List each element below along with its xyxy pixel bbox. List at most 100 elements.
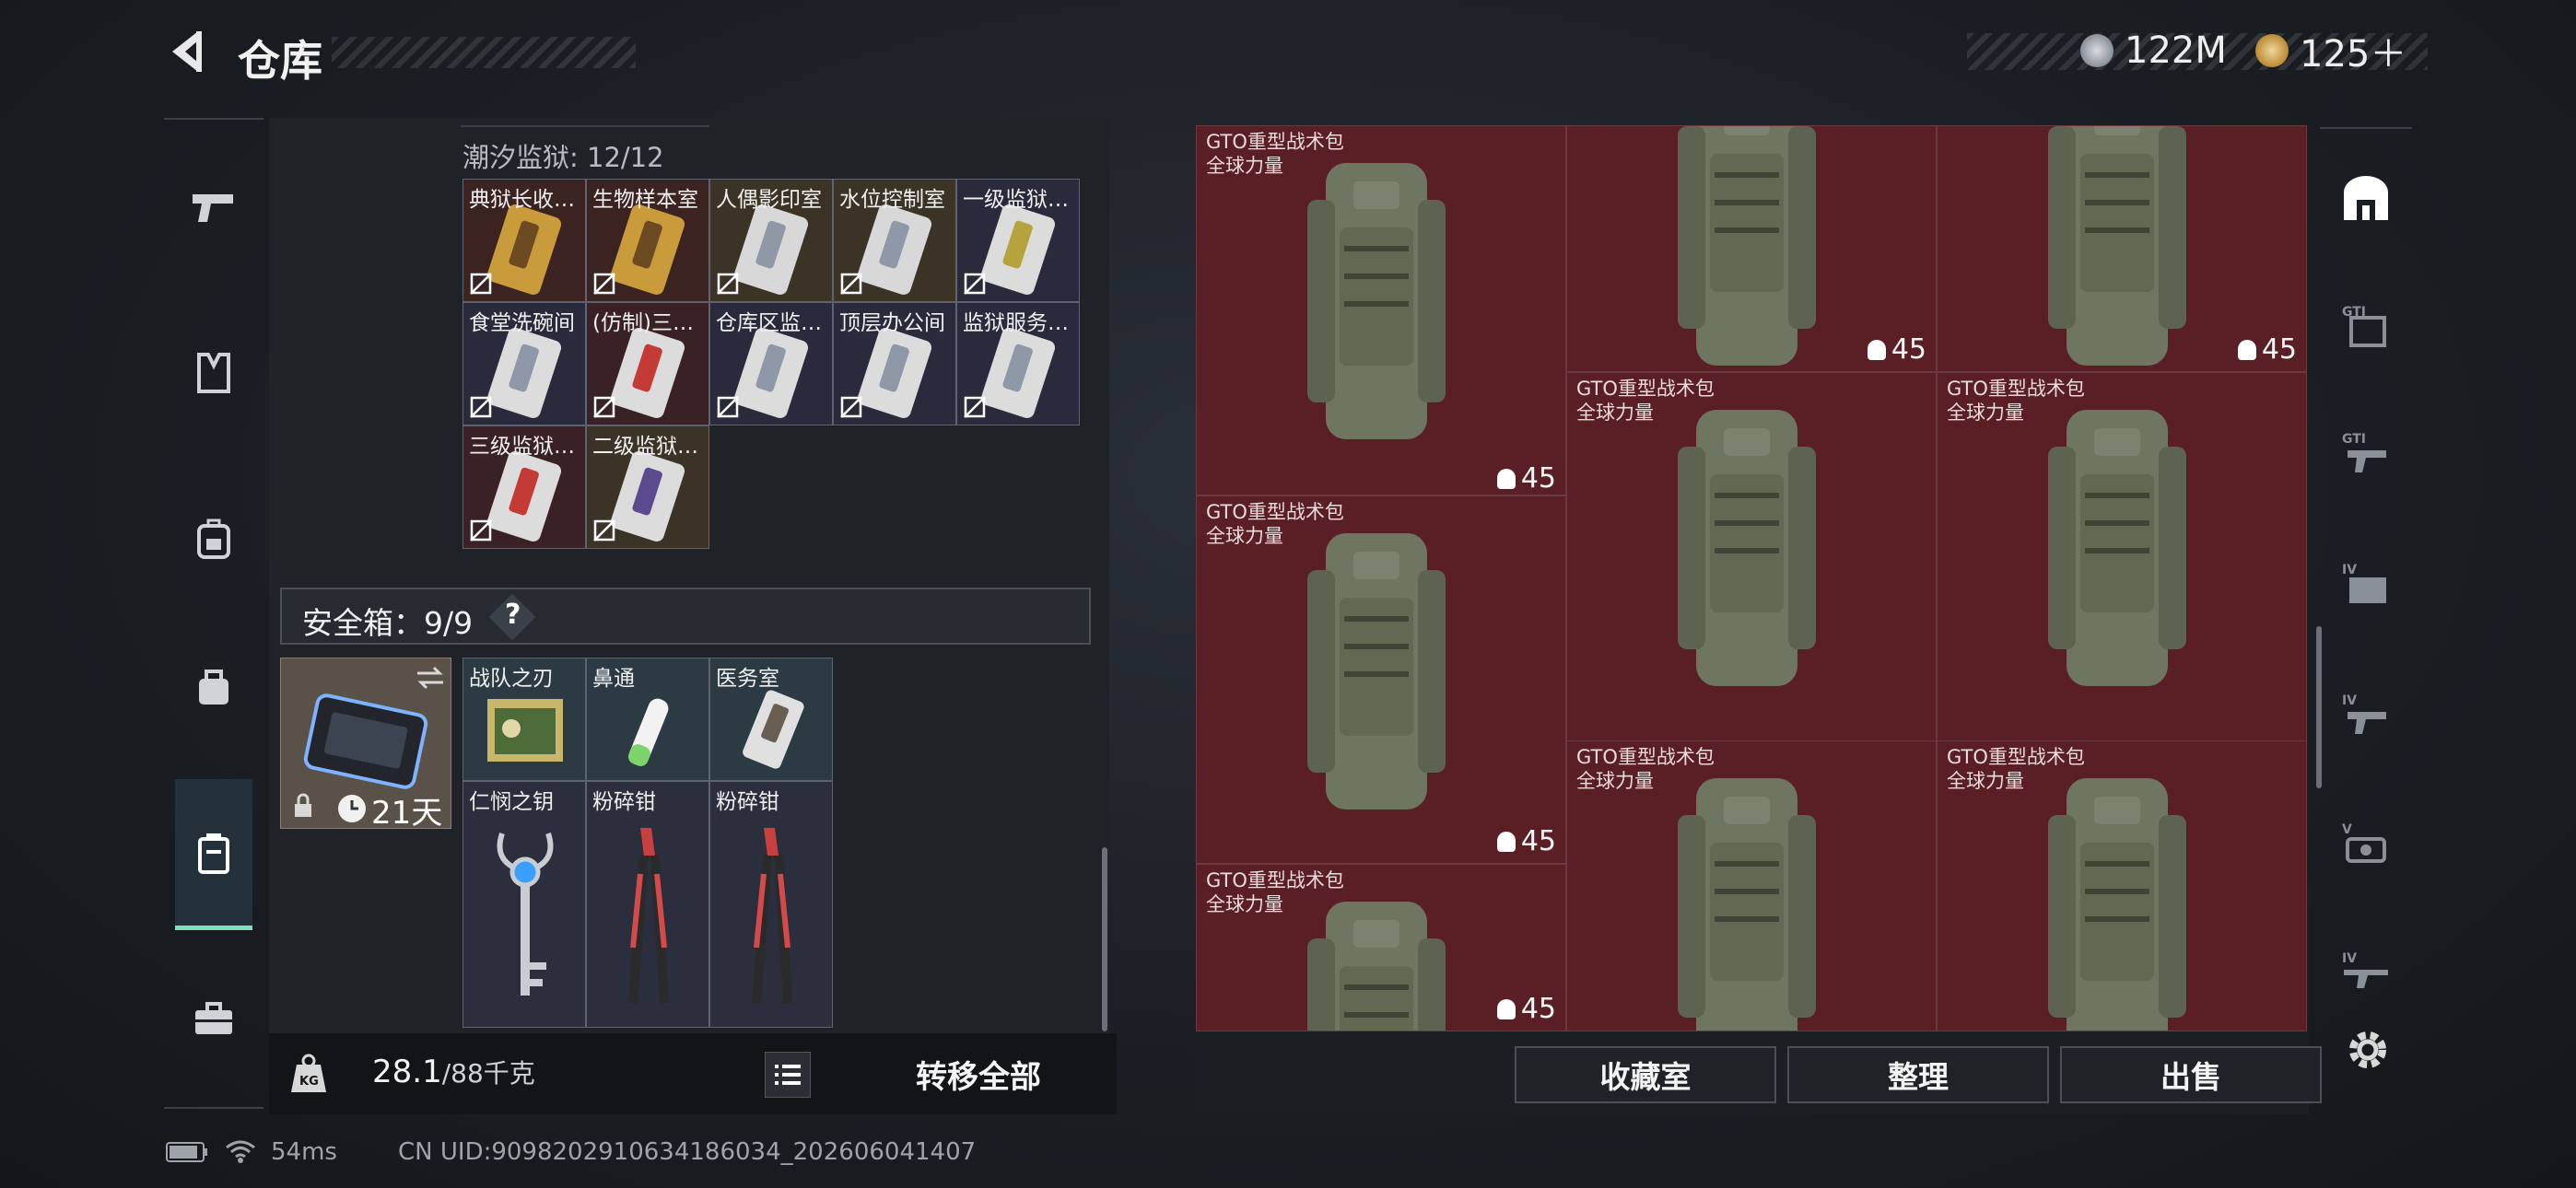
keycard-slot[interactable]: 生物样本室 [586, 179, 709, 302]
nav-backpack[interactable] [164, 488, 263, 589]
safe-case-slot[interactable]: 21天 [280, 658, 451, 832]
safe-item-slot[interactable]: 战队之刃 [463, 658, 586, 781]
no-insure-icon [717, 273, 739, 295]
toolbox-icon [195, 1002, 232, 1034]
weight-kg-icon: KG [291, 1054, 326, 1092]
title-stripe [332, 37, 636, 68]
transfer-all-button[interactable]: 转移全部 [840, 1033, 1117, 1114]
nav-bag[interactable] [164, 635, 263, 737]
nasal-inhaler-icon [627, 698, 669, 766]
sell-button[interactable]: 出售 [2060, 1046, 2322, 1103]
keycard-slot[interactable]: 典狱长收… [463, 179, 586, 302]
keycard-label: 典狱长收… [469, 188, 575, 212]
keycard-icon [855, 202, 934, 297]
keycard-slot[interactable]: 一级监狱… [956, 179, 1080, 302]
iv-gun-icon: IV [2342, 693, 2386, 734]
safe-item-slot[interactable]: 粉碎钳 [709, 781, 833, 1028]
list-view-button[interactable] [765, 1052, 811, 1098]
secure-container-icon [303, 693, 428, 789]
stash-item-backpack[interactable]: GTO重型战术包全球力量 45 [1196, 864, 1566, 1031]
nav-armor[interactable] [164, 322, 263, 424]
durability-count: 45 [1496, 825, 1556, 857]
keycard-slot[interactable]: 二级监狱… [586, 425, 709, 549]
stash-item-subtitle: 全球力量 [1947, 770, 2024, 792]
stash-tab-gti-armor[interactable]: GTI [2320, 265, 2412, 385]
lock-icon [295, 793, 311, 817]
stash-tab-iv-gun[interactable]: IV [2320, 654, 2412, 774]
swap-icon[interactable] [416, 666, 445, 690]
tactical-backpack-icon [1678, 410, 1816, 686]
stash-item-subtitle: 全球力量 [1576, 770, 1654, 792]
safe-item-label: 粉碎钳 [716, 790, 779, 814]
settings-gear-icon[interactable] [2342, 1024, 2394, 1076]
safe-item-label: 战队之刃 [469, 667, 554, 691]
stash-item-backpack[interactable]: 45 [1937, 125, 2307, 372]
stash-item-title: GTO重型战术包 [1947, 378, 2085, 400]
inventory-scrollbar[interactable] [1102, 847, 1107, 1031]
iv-ammo-icon: IV [2342, 563, 2386, 603]
safe-item-slot[interactable]: 仁悯之钥 [463, 781, 586, 1028]
collection-room-button[interactable]: 收藏室 [1515, 1046, 1776, 1103]
keycard-label: 三级监狱… [469, 435, 575, 459]
stash-tab-gti-gun[interactable]: GTI [2320, 392, 2412, 512]
no-insure-icon [593, 273, 615, 295]
keycard-slot[interactable]: 食堂洗碗间 [463, 302, 586, 425]
bolt-cutter-icon [752, 828, 792, 1004]
nav-safe-case[interactable] [175, 779, 252, 930]
stash-tab-iv-rifle[interactable]: IV [2320, 912, 2412, 1031]
safe-case-timer: 21天 [371, 795, 443, 832]
weight-max: /88千克 [441, 1058, 535, 1089]
keycard-slot[interactable]: 仓库区监… [709, 302, 833, 425]
stash-tab-iv-ammo[interactable]: IV [2320, 523, 2412, 643]
currency-gold[interactable]: 125＋ [2255, 28, 2406, 76]
stash-item-subtitle: 全球力量 [1947, 402, 2024, 424]
divider [461, 125, 709, 127]
keycard-icon [608, 202, 687, 297]
game-box-icon [487, 699, 563, 762]
stash-item-backpack[interactable]: GTO重型战术包全球力量 45 [1196, 125, 1566, 495]
keycard-slot[interactable]: 监狱服务… [956, 302, 1080, 425]
stash-item-label: GTO重型战术包 全球力量 [1206, 868, 1344, 916]
stash-tab-home[interactable] [2320, 138, 2412, 258]
nav-weapons[interactable] [164, 157, 263, 258]
safe-item-label: 医务室 [716, 667, 779, 691]
stash-item-backpack[interactable]: 45 [1566, 125, 1937, 372]
safe-item-label: 粉碎钳 [592, 790, 656, 814]
keycard-label: 一级监狱… [963, 188, 1069, 212]
keycard-label: (仿制)三… [592, 311, 694, 335]
keycard-slot[interactable]: 水位控制室 [833, 179, 956, 302]
safe-item-slot[interactable]: 粉碎钳 [586, 781, 709, 1028]
safe-item-slot[interactable]: 医务室 [709, 658, 833, 781]
stash-item-label: GTO重型战术包 全球力量 [1206, 130, 1344, 178]
sort-button[interactable]: 整理 [1787, 1046, 2049, 1103]
safe-case-icon [198, 833, 229, 874]
durability-value: 45 [1520, 993, 1556, 1025]
stash-item-backpack[interactable]: GTO重型战术包 全球力量 [1937, 740, 2307, 1031]
keycard-slot[interactable]: 人偶影印室 [709, 179, 833, 302]
tactical-backpack-icon [1678, 126, 1816, 366]
stash-item-title: GTO重型战术包 [1206, 131, 1344, 153]
keycard-slot[interactable]: 三级监狱… [463, 425, 586, 549]
keycard-slot[interactable]: 顶层办公间 [833, 302, 956, 425]
no-insure-icon [593, 519, 615, 542]
stash-item-backpack[interactable]: GTO重型战术包 全球力量 [1566, 740, 1937, 1031]
silver-coin-icon [2080, 34, 2113, 67]
nav-toolbox[interactable] [164, 967, 263, 1068]
list-icon [775, 1065, 801, 1085]
back-arrow-icon[interactable] [161, 26, 213, 77]
keycard-icon [608, 325, 687, 421]
stash-item-backpack[interactable]: GTO重型战术包全球力量 45 [1196, 495, 1566, 864]
keycard-slot[interactable]: (仿制)三… [586, 302, 709, 425]
no-insure-icon [470, 519, 492, 542]
safe-item-slot[interactable]: 鼻通 [586, 658, 709, 781]
keycard-label: 生物样本室 [592, 188, 698, 212]
currency-silver[interactable]: 122M [2080, 28, 2227, 74]
keycard-label: 食堂洗碗间 [469, 311, 575, 335]
help-icon: ? [505, 599, 521, 631]
keycard-label: 水位控制室 [839, 188, 945, 212]
stash-item-label: GTO重型战术包 全球力量 [1947, 745, 2085, 793]
stash-tab-v-gear[interactable]: V [2320, 783, 2412, 903]
left-category-nav [164, 118, 263, 1109]
v-gear-icon: V [2342, 822, 2386, 863]
stash-action-bar: 收藏室 整理 出售 [1196, 1031, 2322, 1114]
